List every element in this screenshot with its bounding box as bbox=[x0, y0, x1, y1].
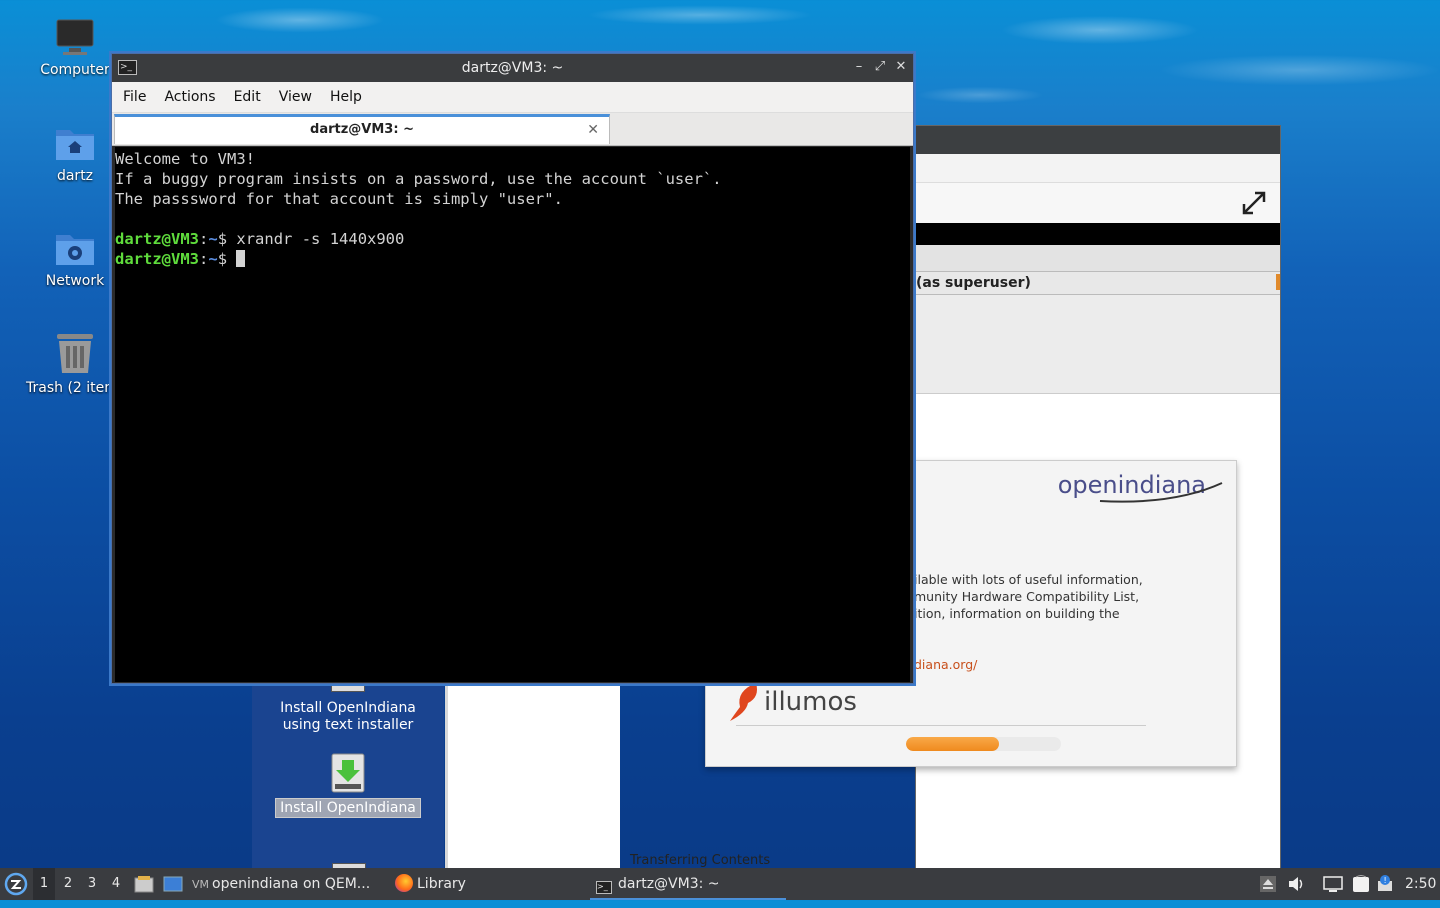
start-menu-button[interactable] bbox=[4, 868, 30, 900]
terminal-command-line: dartz@VM3:~$ xrandr -s 1440x900 bbox=[115, 230, 405, 248]
menu-view[interactable]: View bbox=[270, 89, 321, 105]
desktop-icon-computer[interactable]: Computer bbox=[25, 18, 125, 78]
desktop-icon-label: dartz bbox=[56, 168, 94, 184]
svg-text:!: ! bbox=[1384, 876, 1387, 885]
task-label: Library bbox=[417, 876, 466, 892]
menu-help[interactable]: Help bbox=[321, 89, 371, 105]
task-firefox[interactable]: Library bbox=[395, 868, 585, 900]
close-button[interactable]: ✕ bbox=[893, 59, 909, 75]
task-label: openindiana on QEM... bbox=[212, 876, 371, 892]
installer-header bbox=[916, 183, 1280, 223]
installer-text-line: munity Hardware Compatibility List, bbox=[914, 589, 1140, 604]
task-openindiana[interactable]: VM openindiana on QEM... bbox=[192, 868, 384, 900]
workspace-2[interactable]: 2 bbox=[57, 868, 79, 900]
terminal-tab[interactable]: dartz@VM3: ~ ✕ bbox=[114, 114, 610, 144]
tab-close-icon[interactable]: ✕ bbox=[587, 117, 599, 143]
tab-title: dartz@VM3: ~ bbox=[310, 122, 414, 137]
window-title: dartz@VM3: ~ bbox=[461, 60, 564, 76]
menu-file[interactable]: File bbox=[114, 89, 155, 105]
eject-icon[interactable] bbox=[1259, 875, 1277, 893]
home-folder-icon bbox=[54, 122, 96, 164]
volume-icon[interactable] bbox=[1287, 875, 1305, 893]
terminal-output[interactable]: Welcome to VM3! If a buggy program insist… bbox=[115, 147, 910, 682]
desktop-icon-label: Network bbox=[45, 273, 105, 289]
terminal-line: If a buggy program insists on a password… bbox=[115, 170, 722, 188]
task-terminal[interactable]: >_ dartz@VM3: ~ bbox=[590, 868, 786, 900]
prompt-path: ~ bbox=[208, 230, 218, 248]
installer-description: ilable with lots of useful information, … bbox=[914, 571, 1143, 622]
workspace-4[interactable]: 4 bbox=[105, 868, 127, 900]
terminal-icon: >_ bbox=[596, 881, 612, 894]
desktop-icon-network[interactable]: Network bbox=[25, 227, 125, 289]
lxqt-logo-icon bbox=[4, 872, 28, 896]
terminal-menubar: File Actions Edit View Help bbox=[112, 82, 913, 113]
installer-download-icon bbox=[331, 752, 365, 794]
workspace-3[interactable]: 3 bbox=[81, 868, 103, 900]
terminal-window[interactable]: >_ dartz@VM3: ~ – ⤢ ✕ File Actions Edit … bbox=[111, 53, 914, 684]
taskbar: 1 2 3 4 VM openindiana on QEM... Library … bbox=[0, 868, 1440, 900]
installer-grey-bar bbox=[916, 245, 1280, 271]
desktop-icon-dartz[interactable]: dartz bbox=[25, 122, 125, 184]
installer-gui-label: Install OpenIndiana bbox=[275, 798, 421, 818]
installer-icons-panel: Install OpenIndiana using text installer… bbox=[252, 680, 444, 872]
desktop-icon-label: Computer bbox=[40, 62, 110, 78]
minimize-button[interactable]: – bbox=[851, 59, 867, 75]
clock[interactable]: 2:50 bbox=[1405, 868, 1440, 900]
workspace-1[interactable]: 1 bbox=[33, 868, 55, 900]
file-manager-pane bbox=[445, 680, 620, 870]
installer-header-text: (as superuser) bbox=[916, 275, 1031, 291]
prompt-user: dartz@VM3 bbox=[115, 230, 199, 248]
terminal-cursor bbox=[236, 250, 246, 267]
clipboard-icon[interactable] bbox=[1351, 875, 1369, 893]
file-manager-launcher-icon[interactable] bbox=[134, 875, 154, 893]
trash-icon bbox=[54, 330, 96, 376]
terminal-command: xrandr -s 1440x900 bbox=[236, 230, 405, 248]
installer-text-line: ilable with lots of useful information, bbox=[914, 572, 1143, 587]
installer-title-accent bbox=[1276, 274, 1280, 290]
terminal-line: Welcome to VM3! bbox=[115, 150, 255, 168]
terminal-current-line: dartz@VM3:~$ bbox=[115, 249, 910, 269]
illumos-logo: illumos bbox=[730, 683, 857, 721]
terminal-line: The passsword for that account is simply… bbox=[115, 190, 563, 208]
terminal-tabbar: dartz@VM3: ~ ✕ bbox=[112, 113, 913, 146]
installer-text-line: ition, information on building the bbox=[914, 606, 1120, 621]
installer-text-icon[interactable]: Install OpenIndiana using text installer bbox=[252, 680, 444, 734]
fullscreen-icon[interactable] bbox=[1240, 189, 1268, 221]
menu-actions[interactable]: Actions bbox=[155, 89, 224, 105]
installer-title-bar: (as superuser) bbox=[916, 271, 1280, 295]
network-monitor-icon[interactable] bbox=[1323, 875, 1343, 893]
installer-divider bbox=[736, 725, 1146, 726]
prompt-user: dartz@VM3 bbox=[115, 250, 199, 268]
menu-edit[interactable]: Edit bbox=[225, 89, 270, 105]
installer-panel bbox=[916, 295, 1280, 394]
installer-gui-icon[interactable]: Install OpenIndiana bbox=[252, 752, 444, 818]
prompt-symbol: $ bbox=[217, 230, 228, 248]
installer-titlebar[interactable] bbox=[916, 126, 1280, 154]
prompt-symbol: $ bbox=[217, 250, 228, 268]
installer-text-label: Install OpenIndiana using text installer bbox=[280, 700, 416, 733]
terminal-line: ​ bbox=[115, 209, 910, 229]
installer-status: Transferring Contents bbox=[630, 853, 771, 868]
computer-icon bbox=[55, 18, 95, 58]
show-desktop-icon[interactable] bbox=[163, 875, 183, 893]
install-progress-fill bbox=[906, 737, 999, 751]
terminal-titlebar[interactable]: >_ dartz@VM3: ~ – ⤢ ✕ bbox=[112, 54, 913, 82]
installer-link[interactable]: diana.org/ bbox=[914, 657, 977, 672]
task-label: dartz@VM3: ~ bbox=[618, 876, 720, 892]
prompt-path: ~ bbox=[208, 250, 218, 268]
installer-black-bar bbox=[916, 223, 1280, 245]
install-progress-bar bbox=[906, 737, 1061, 751]
maximize-button[interactable]: ⤢ bbox=[872, 59, 888, 75]
firefox-icon bbox=[395, 874, 413, 892]
notification-icon[interactable]: ! bbox=[1377, 875, 1395, 893]
installer-toolbar bbox=[916, 154, 1280, 183]
network-folder-icon bbox=[54, 227, 96, 269]
openindiana-logo: openindiana bbox=[1058, 471, 1223, 503]
vm-icon: VM bbox=[192, 878, 210, 891]
